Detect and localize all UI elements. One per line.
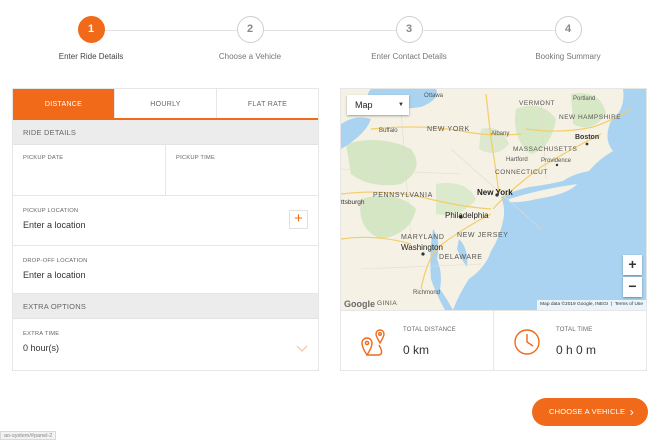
total-time-label: TOTAL TIME	[556, 327, 593, 333]
pickup-date-field[interactable]: PICKUP DATE	[13, 145, 165, 195]
map-data-credit: Map data ©2019 Google, INEGI	[540, 302, 609, 307]
step-4[interactable]: 4 Booking Summary	[508, 16, 628, 61]
map-label-buffalo: Buffalo	[379, 128, 398, 134]
step-2-number: 2	[236, 16, 264, 43]
map-label-new-hampshire: NEW HAMPSHIRE	[559, 114, 621, 121]
step-3-number: 3	[395, 16, 423, 43]
map-label-richmond: Richmond	[413, 290, 440, 296]
map-type-label: Map	[355, 100, 373, 110]
pickup-time-field[interactable]: PICKUP TIME	[165, 145, 318, 195]
route-stats: TOTAL DISTANCE 0 km TOTAL TIME 0 h 0 m	[341, 310, 646, 370]
chevron-down-icon[interactable]	[296, 345, 308, 353]
map-canvas[interactable]: Ottawa Portland VERMONT NEW HAMPSHIRE Bu…	[341, 89, 646, 310]
pickup-date-label: PICKUP DATE	[23, 155, 64, 161]
map-label-massachusetts: MASSACHUSETTS	[513, 146, 577, 153]
map-label-philadelphia: Philadelphia	[445, 211, 489, 220]
map-label-virginia: GINIA	[377, 300, 397, 307]
step-3-label: Enter Contact Details	[371, 52, 447, 61]
total-distance-value: 0 km	[403, 343, 430, 357]
step-4-number: 4	[554, 16, 582, 43]
map-label-washington: Washington	[401, 243, 443, 252]
step-4-label: Booking Summary	[535, 52, 601, 61]
map-attribution: Map data ©2019 Google, INEGI | Terms of …	[537, 300, 646, 310]
booking-page: 1 Enter Ride Details 2 Choose a Vehicle …	[0, 0, 660, 440]
zoom-out-button[interactable]: −	[623, 277, 642, 297]
map-label-albany: Albany	[491, 131, 509, 137]
total-time-value: 0 h 0 m	[556, 343, 597, 357]
map-label-pennsylvania: PENNSYLVANIA	[373, 192, 433, 199]
dropoff-location-label: DROP-OFF LOCATION	[23, 258, 88, 264]
ride-form-panel: DISTANCE HOURLY FLAT RATE RIDE DETAILS P…	[12, 88, 319, 371]
pickup-datetime-row: PICKUP DATE PICKUP TIME	[13, 145, 318, 196]
step-3[interactable]: 3 Enter Contact Details	[349, 16, 469, 61]
browser-status-bar: ao-system/#panel-2	[0, 431, 57, 440]
map-label-boston: Boston	[575, 134, 599, 141]
tab-distance[interactable]: DISTANCE	[13, 89, 115, 118]
choose-vehicle-button[interactable]: CHOOSE A VEHICLE ›	[532, 398, 648, 426]
booking-stepper: 1 Enter Ride Details 2 Choose a Vehicle …	[0, 16, 660, 66]
step-2-label: Choose a Vehicle	[218, 52, 282, 61]
service-type-tabs: DISTANCE HOURLY FLAT RATE	[13, 89, 318, 120]
map-label-portland: Portland	[573, 96, 595, 102]
google-logo[interactable]: Google	[344, 299, 375, 309]
step-2[interactable]: 2 Choose a Vehicle	[190, 16, 310, 61]
map-label-pittsburgh: ttsburgh	[341, 199, 365, 206]
map-label-hartford: Hartford	[506, 157, 528, 163]
pickup-time-label: PICKUP TIME	[176, 155, 216, 161]
dropoff-location-field: DROP-OFF LOCATION Enter a location	[13, 246, 318, 294]
map-label-providence: Providence	[541, 158, 572, 164]
total-time-stat: TOTAL TIME 0 h 0 m	[493, 311, 646, 370]
map-label-vermont: VERMONT	[519, 100, 555, 107]
map-label-new-york-state: NEW YORK	[427, 126, 470, 133]
ride-details-heading: RIDE DETAILS	[13, 120, 318, 145]
extra-time-select[interactable]: 0 hour(s)	[23, 343, 308, 353]
extra-time-field[interactable]: EXTRA TIME 0 hour(s)	[13, 319, 318, 367]
stepper-line	[92, 30, 568, 31]
choose-vehicle-label: CHOOSE A VEHICLE	[549, 407, 626, 416]
extra-options-heading: EXTRA OPTIONS	[13, 294, 318, 319]
step-1-number: 1	[77, 16, 105, 43]
clock-icon	[514, 329, 540, 355]
add-waypoint-button[interactable]: +	[289, 210, 308, 229]
pickup-location-input[interactable]: Enter a location	[23, 220, 308, 230]
chevron-right-icon: ›	[629, 405, 634, 419]
route-pins-icon	[361, 329, 385, 357]
total-distance-label: TOTAL DISTANCE	[403, 327, 456, 333]
pickup-location-field: PICKUP LOCATION Enter a location +	[13, 196, 318, 246]
total-distance-stat: TOTAL DISTANCE 0 km	[341, 311, 493, 370]
step-1[interactable]: 1 Enter Ride Details	[31, 16, 151, 61]
caret-down-icon: ▼	[398, 102, 404, 108]
pickup-location-label: PICKUP LOCATION	[23, 208, 79, 214]
tab-hourly[interactable]: HOURLY	[115, 89, 217, 118]
route-map[interactable]: Ottawa Portland VERMONT NEW HAMPSHIRE Bu…	[341, 89, 646, 310]
map-label-delaware: DELAWARE	[439, 254, 483, 261]
map-label-ottawa: Ottawa	[424, 93, 444, 99]
map-label-maryland: MARYLAND	[401, 234, 445, 241]
map-label-new-jersey: NEW JERSEY	[457, 232, 509, 239]
map-type-dropdown[interactable]: Map ▼	[347, 95, 409, 115]
map-label-connecticut: CONNECTICUT	[495, 169, 548, 176]
dropoff-location-input[interactable]: Enter a location	[23, 270, 308, 280]
extra-time-label: EXTRA TIME	[23, 331, 60, 337]
tab-flat-rate[interactable]: FLAT RATE	[217, 89, 318, 118]
map-terms-link[interactable]: Terms of Use	[615, 302, 643, 307]
zoom-in-button[interactable]: +	[623, 255, 642, 275]
map-label-new-york-city: New York	[477, 188, 513, 197]
route-map-panel: Ottawa Portland VERMONT NEW HAMPSHIRE Bu…	[340, 88, 647, 371]
step-1-label: Enter Ride Details	[58, 52, 124, 61]
